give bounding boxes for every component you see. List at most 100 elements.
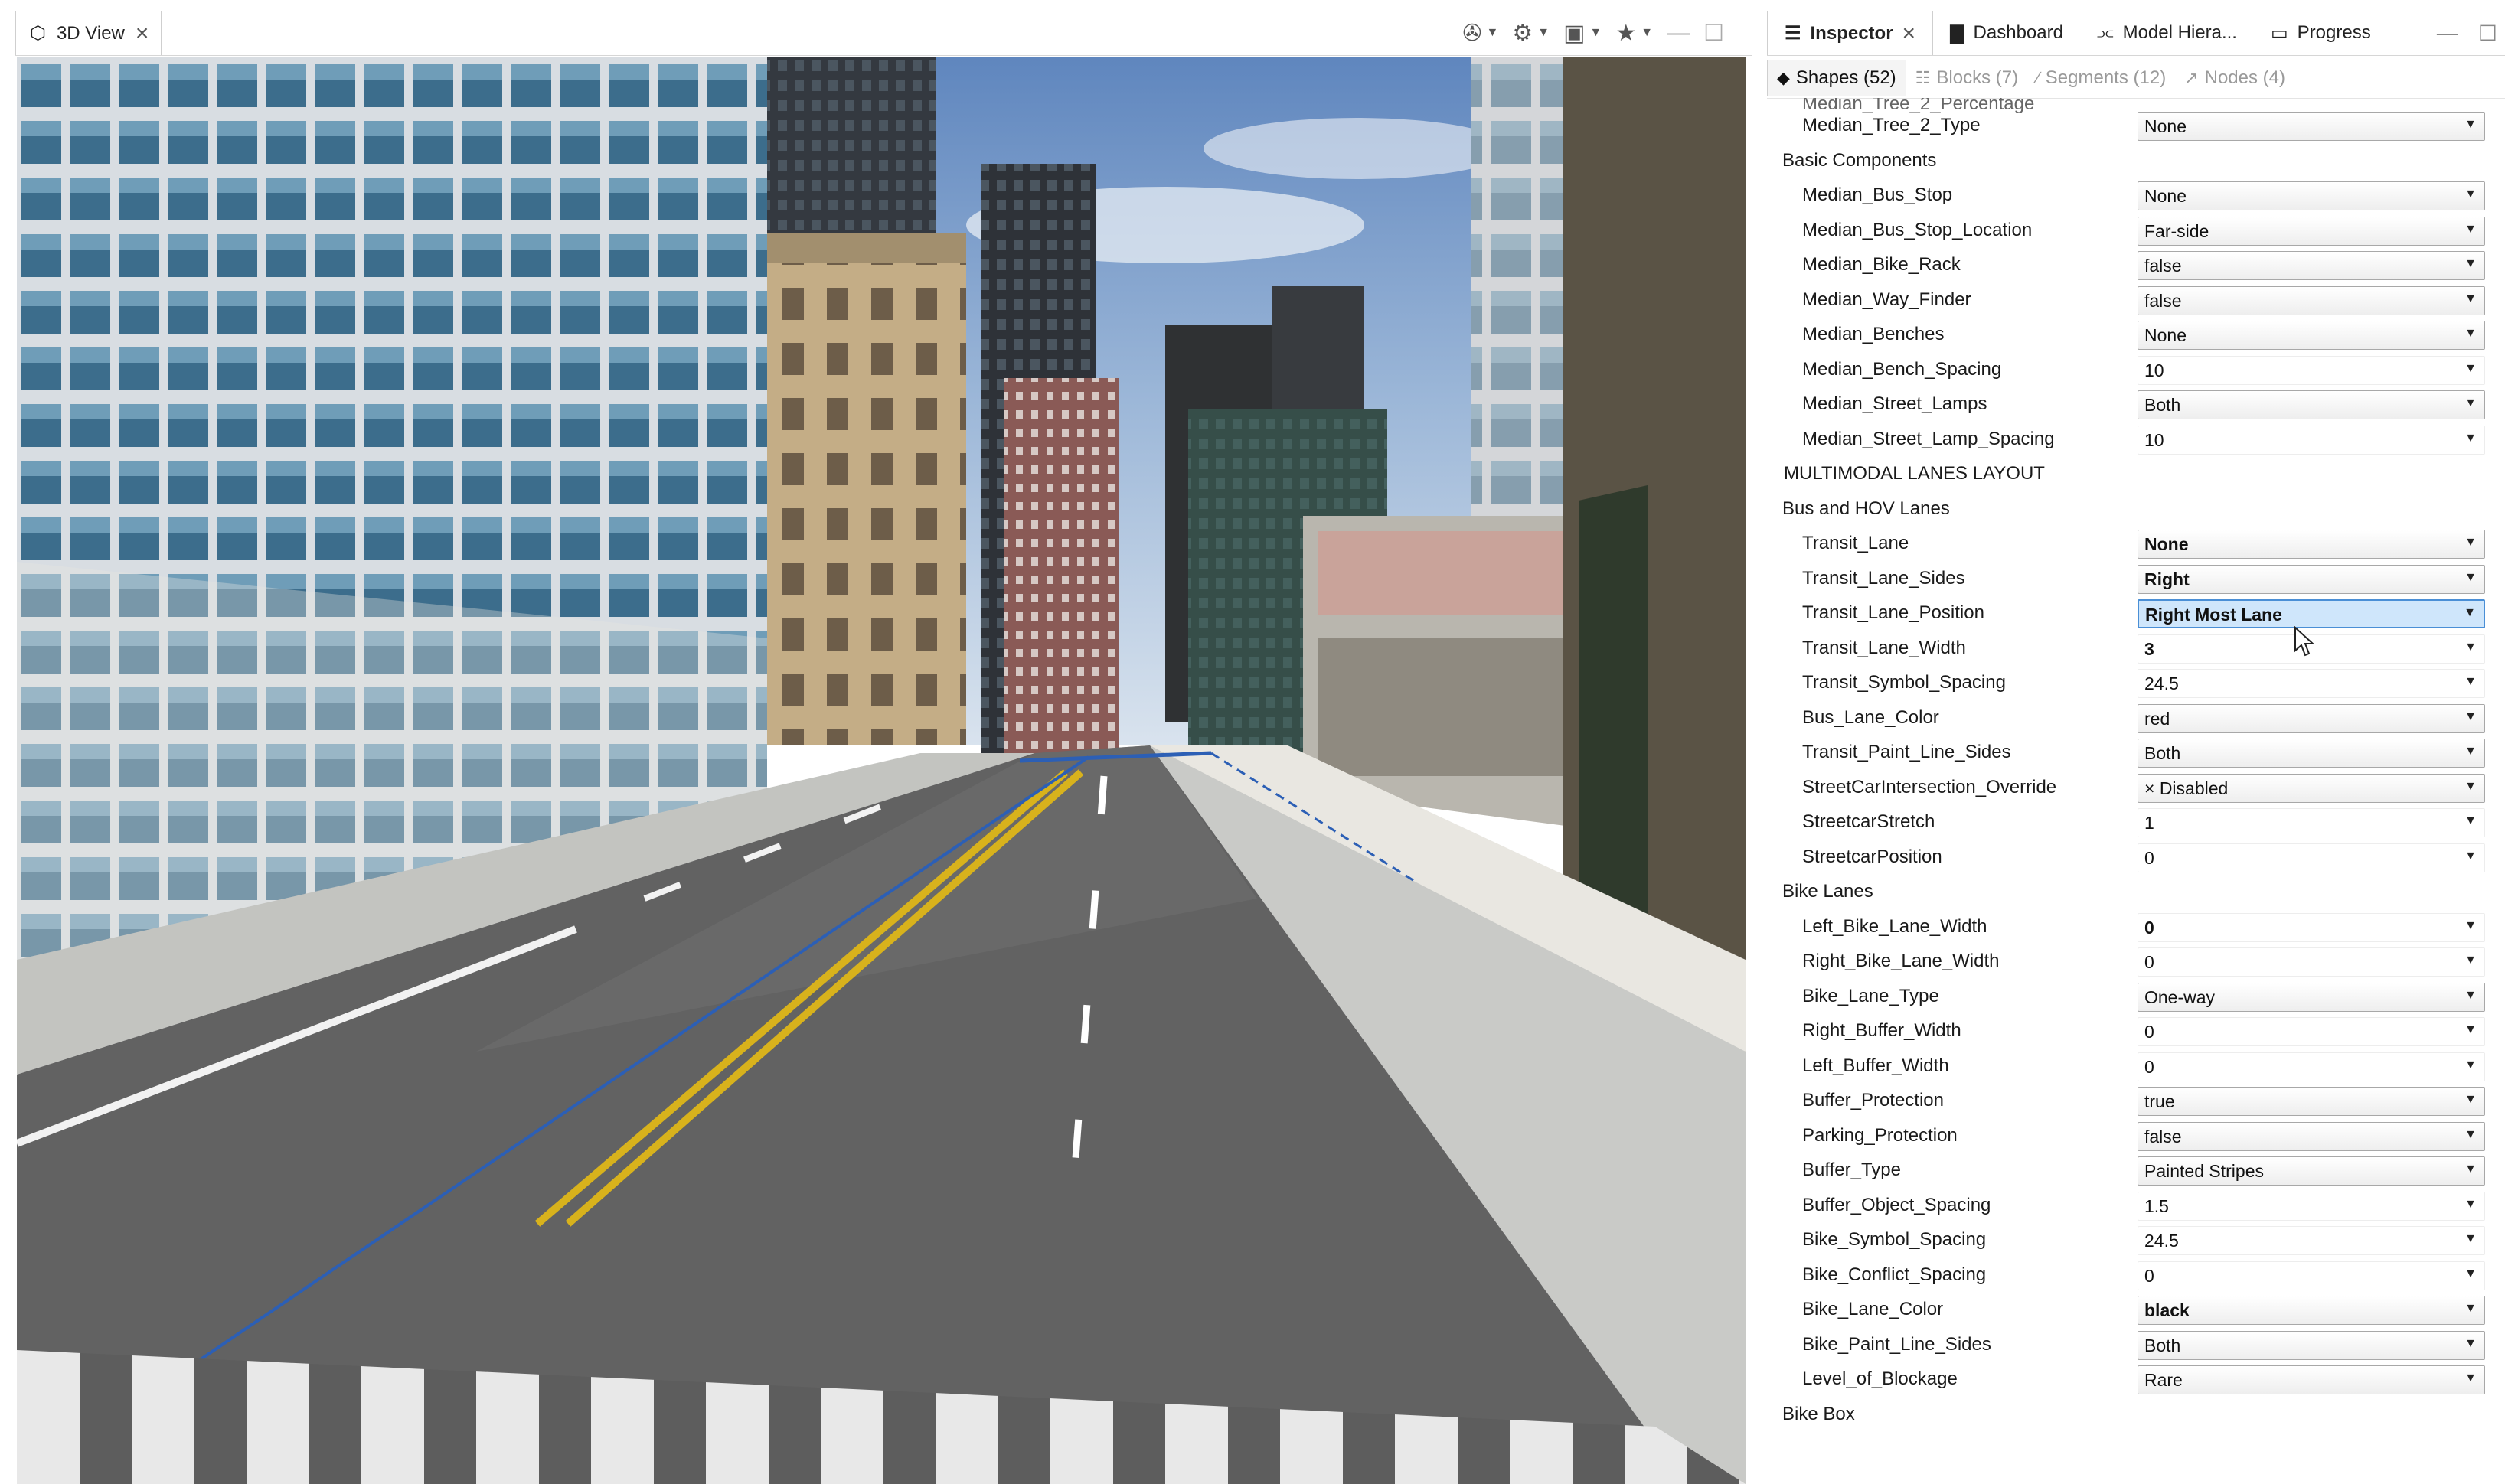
property-row-buffer-type[interactable]: Buffer_Type Painted Stripes ▼	[1767, 1153, 2499, 1189]
3d-viewport[interactable]	[17, 57, 1746, 1484]
property-row-streetcarintersection-override[interactable]: StreetCarIntersection_Override × Disabled…	[1767, 771, 2499, 807]
close-icon[interactable]: ×	[136, 21, 149, 47]
property-row-transit-paint-line-sides[interactable]: Transit_Paint_Line_Sides Both ▼	[1767, 735, 2499, 771]
chevron-down-icon[interactable]: ▼	[2464, 641, 2477, 654]
property-row-median-bike-rack[interactable]: Median_Bike_Rack false ▼	[1767, 248, 2499, 284]
layers-icon[interactable]: ⚙	[1512, 20, 1533, 47]
bus-lane-color-dropdown[interactable]: red ▼	[2138, 703, 2485, 733]
property-row-parking-protection[interactable]: Parking_Protection false ▼	[1767, 1119, 2499, 1155]
property-row-level-of-blockage[interactable]: Level_of_Blockage Rare ▼	[1767, 1362, 2499, 1398]
close-icon[interactable]: ×	[1902, 21, 1916, 47]
chevron-down-icon[interactable]: ▼	[2464, 1371, 2477, 1385]
chevron-down-icon[interactable]: ▼	[2464, 745, 2477, 758]
tab-model-hierarchy[interactable]: ⫘ Model Hiera...	[2080, 11, 2254, 55]
property-row-buffer-object-spacing[interactable]: Buffer_Object_Spacing 1.5 ▼	[1767, 1189, 2499, 1225]
property-row-bike-lane-type[interactable]: Bike_Lane_Type One-way ▼	[1767, 980, 2499, 1016]
chevron-down-icon[interactable]: ▼	[2464, 188, 2477, 201]
property-row-median-bench-spacing[interactable]: Median_Bench_Spacing 10 ▼	[1767, 353, 2499, 389]
camera-icon[interactable]: ▣	[1563, 20, 1585, 47]
chevron-down-icon[interactable]: ▼	[2464, 396, 2477, 410]
property-row-left-buffer-width[interactable]: Left_Buffer_Width 0 ▼	[1767, 1049, 2499, 1085]
property-row-bike-conflict-spacing[interactable]: Bike_Conflict_Spacing 0 ▼	[1767, 1258, 2499, 1294]
chevron-down-icon[interactable]: ▼	[2464, 118, 2477, 132]
median-bus-stop-location-dropdown[interactable]: Far-side ▼	[2138, 216, 2485, 246]
transit-paint-line-sides-dropdown[interactable]: Both ▼	[2138, 739, 2485, 768]
left-buffer-width-dropdown[interactable]: 0 ▼	[2138, 1052, 2485, 1081]
property-row-streetcarposition[interactable]: StreetcarPosition 0 ▼	[1767, 840, 2499, 876]
property-row-median-bus-stop-location[interactable]: Median_Bus_Stop_Location Far-side ▼	[1767, 214, 2499, 250]
transit-lane-sides-dropdown[interactable]: Right ▼	[2138, 564, 2485, 594]
tab-inspector[interactable]: ☰ Inspector ×	[1767, 11, 1934, 55]
buffer-type-dropdown[interactable]: Painted Stripes ▼	[2138, 1156, 2485, 1186]
streetcarposition-dropdown[interactable]: 0 ▼	[2138, 843, 2485, 872]
chevron-down-icon[interactable]: ▼	[2464, 1337, 2477, 1351]
chevron-down-icon[interactable]: ▼	[2464, 1198, 2477, 1212]
property-row-right-buffer-width[interactable]: Right_Buffer_Width 0 ▼	[1767, 1014, 2499, 1050]
median-bus-stop-dropdown[interactable]: None ▼	[2138, 181, 2485, 210]
property-row-transit-lane-position[interactable]: Transit_Lane_Position Right Most Lane ▼	[1767, 596, 2499, 632]
chevron-down-icon[interactable]: ▼	[2464, 919, 2477, 933]
property-row-transit-lane-width[interactable]: Transit_Lane_Width 3 ▼	[1767, 631, 2499, 667]
transit-lane-dropdown[interactable]: None ▼	[2138, 530, 2485, 559]
property-row-bike-lane-color[interactable]: Bike_Lane_Color black ▼	[1767, 1293, 2499, 1329]
property-row-buffer-protection[interactable]: Buffer_Protection true ▼	[1767, 1084, 2499, 1120]
right-buffer-width-dropdown[interactable]: 0 ▼	[2138, 1017, 2485, 1046]
chevron-down-icon[interactable]: ▼	[2464, 780, 2477, 794]
maximize-icon[interactable]: ☐	[1703, 20, 1724, 47]
property-row-transit-lane-sides[interactable]: Transit_Lane_Sides Right ▼	[1767, 562, 2499, 598]
chevron-down-icon[interactable]: ▼	[2464, 536, 2477, 550]
chevron-down-icon[interactable]: ▼	[2464, 850, 2477, 863]
maximize-icon[interactable]: ☐	[2478, 21, 2497, 46]
chevron-down-icon[interactable]: ▼	[1590, 26, 1602, 40]
property-row-streetcarstretch[interactable]: StreetcarStretch 1 ▼	[1767, 805, 2499, 841]
transit-symbol-spacing-dropdown[interactable]: 24.5 ▼	[2138, 669, 2485, 698]
left-bike-lane-width-dropdown[interactable]: 0 ▼	[2138, 912, 2485, 942]
tab-progress[interactable]: ▭ Progress	[2254, 11, 2388, 55]
bike-lane-type-dropdown[interactable]: One-way ▼	[2138, 982, 2485, 1012]
property-row-bus-lane-color[interactable]: Bus_Lane_Color red ▼	[1767, 701, 2499, 737]
property-row-median-tree-2-type[interactable]: Median_Tree_2_Type None ▼	[1767, 109, 2499, 145]
chevron-down-icon[interactable]: ▼	[2464, 362, 2477, 376]
property-row-median-bus-stop[interactable]: Median_Bus_Stop None ▼	[1767, 178, 2499, 214]
chevron-down-icon[interactable]: ▼	[2464, 1267, 2477, 1281]
chevron-down-icon[interactable]: ▼	[2464, 989, 2477, 1003]
chevron-down-icon[interactable]: ▼	[2464, 675, 2477, 689]
median-street-lamp-spacing-dropdown[interactable]: 10 ▼	[2138, 425, 2485, 455]
chevron-down-icon[interactable]: ▼	[1641, 26, 1653, 40]
median-street-lamps-dropdown[interactable]: Both ▼	[2138, 390, 2485, 419]
bike-conflict-spacing-dropdown[interactable]: 0 ▼	[2138, 1261, 2485, 1290]
chevron-down-icon[interactable]: ▼	[2464, 1093, 2477, 1107]
tab-dashboard[interactable]: ▇ Dashboard	[1933, 11, 2080, 55]
minimize-icon[interactable]: —	[1667, 20, 1690, 46]
bike-paint-line-sides-dropdown[interactable]: Both ▼	[2138, 1330, 2485, 1360]
tab-3d-view[interactable]: ⬡ 3D View ×	[15, 11, 162, 55]
chevron-down-icon[interactable]: ▼	[2464, 1023, 2477, 1037]
transit-lane-position-dropdown[interactable]: Right Most Lane ▼	[2138, 599, 2485, 628]
property-row-bike-paint-line-sides[interactable]: Bike_Paint_Line_Sides Both ▼	[1767, 1328, 2499, 1364]
chevron-down-icon[interactable]: ▼	[2464, 432, 2477, 445]
buffer-object-spacing-dropdown[interactable]: 1.5 ▼	[2138, 1191, 2485, 1221]
chevron-down-icon[interactable]: ▼	[1537, 26, 1550, 40]
chevron-down-icon[interactable]: ▼	[2464, 954, 2477, 967]
property-row-median-benches[interactable]: Median_Benches None ▼	[1767, 318, 2499, 354]
minimize-icon[interactable]: —	[2437, 21, 2458, 45]
chevron-down-icon[interactable]: ▼	[2464, 710, 2477, 724]
property-row-left-bike-lane-width[interactable]: Left_Bike_Lane_Width 0 ▼	[1767, 910, 2499, 946]
property-row-median-way-finder[interactable]: Median_Way_Finder false ▼	[1767, 283, 2499, 319]
median-way-finder-dropdown[interactable]: false ▼	[2138, 285, 2485, 315]
property-row-median-street-lamp-spacing[interactable]: Median_Street_Lamp_Spacing 10 ▼	[1767, 422, 2499, 458]
chevron-down-icon[interactable]: ▼	[2464, 606, 2476, 620]
chevron-down-icon[interactable]: ▼	[2464, 257, 2477, 271]
chevron-down-icon[interactable]: ▼	[2464, 292, 2477, 306]
median-tree-2-type-dropdown[interactable]: None ▼	[2138, 112, 2485, 141]
property-row-transit-symbol-spacing[interactable]: Transit_Symbol_Spacing 24.5 ▼	[1767, 666, 2499, 702]
buffer-protection-dropdown[interactable]: true ▼	[2138, 1087, 2485, 1116]
property-row-median-street-lamps[interactable]: Median_Street_Lamps Both ▼	[1767, 387, 2499, 423]
median-bike-rack-dropdown[interactable]: false ▼	[2138, 251, 2485, 280]
chevron-down-icon[interactable]: ▼	[2464, 1163, 2477, 1176]
chevron-down-icon[interactable]: ▼	[2464, 814, 2477, 828]
subtab-segments[interactable]: ∕ Segments (12)	[2027, 60, 2175, 96]
navigation-icon[interactable]: ✇	[1462, 20, 1481, 47]
chevron-down-icon[interactable]: ▼	[2464, 223, 2477, 236]
subtab-nodes[interactable]: ↗ Nodes (4)	[2175, 60, 2294, 96]
